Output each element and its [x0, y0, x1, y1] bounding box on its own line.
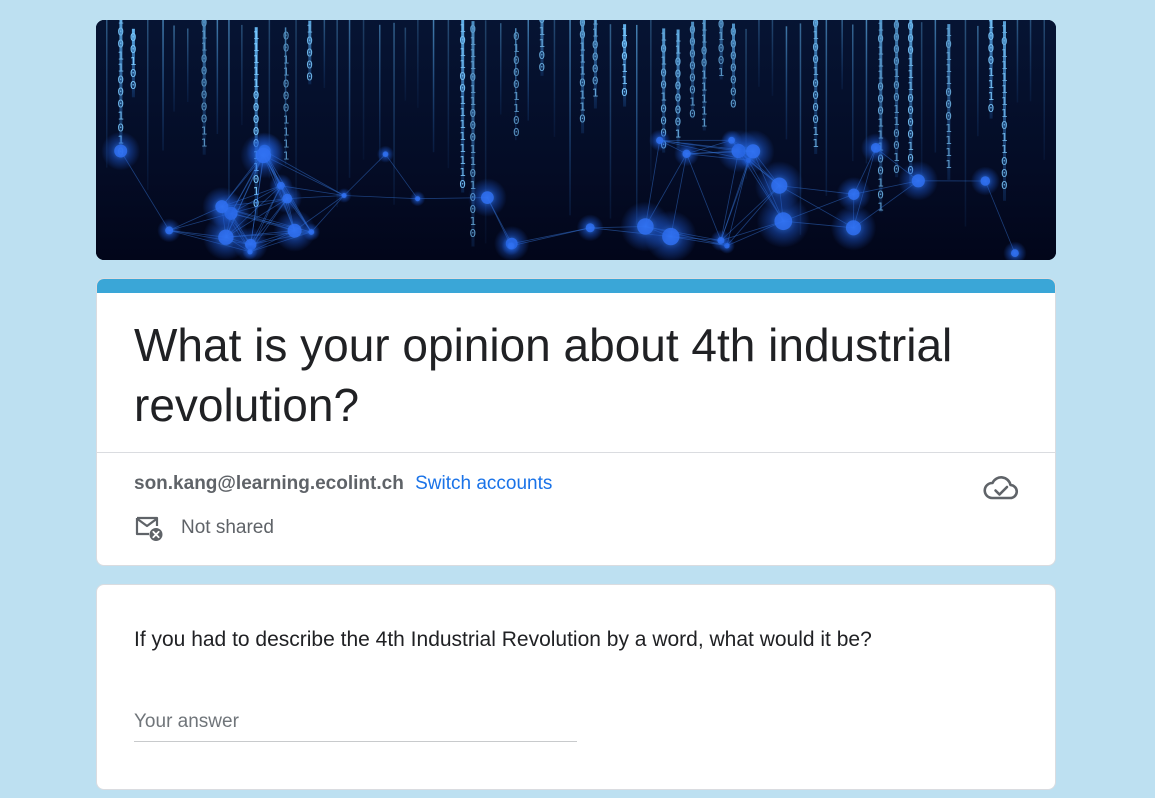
svg-text:1: 1	[877, 201, 884, 214]
title-accent-bar	[97, 279, 1055, 293]
account-email: son.kang@learning.ecolint.ch	[134, 473, 404, 494]
svg-text:0: 0	[730, 98, 737, 111]
mail-not-shared-icon	[134, 514, 164, 542]
svg-text:0: 0	[1001, 179, 1008, 192]
svg-text:1: 1	[812, 137, 819, 150]
cloud-check-icon	[983, 474, 1019, 502]
header-banner-image: 1001100010100010001100000011111110000011…	[96, 20, 1056, 260]
svg-text:0: 0	[130, 79, 137, 92]
svg-text:0: 0	[988, 102, 995, 115]
svg-text:1: 1	[945, 158, 952, 171]
question-title: If you had to describe the 4th Industria…	[134, 628, 872, 651]
svg-text:0: 0	[893, 163, 900, 176]
svg-text:1: 1	[675, 128, 682, 141]
svg-text:0: 0	[306, 71, 313, 84]
svg-text:1: 1	[201, 137, 208, 150]
svg-text:0: 0	[689, 108, 696, 121]
question-card: If you had to describe the 4th Industria…	[96, 584, 1056, 790]
sharing-status-row: Not shared	[134, 513, 274, 543]
account-row: son.kang@learning.ecolint.ch Switch acco…	[134, 472, 552, 496]
svg-text:0: 0	[513, 126, 520, 139]
svg-text:0: 0	[539, 61, 546, 74]
form-title: What is your opinion about 4th industria…	[134, 319, 953, 431]
svg-text:1: 1	[701, 117, 708, 130]
svg-text:0: 0	[470, 227, 477, 240]
answer-input[interactable]	[134, 703, 577, 742]
sharing-status-text: Not shared	[181, 517, 274, 538]
svg-text:0: 0	[621, 86, 628, 99]
header-divider	[97, 452, 1055, 453]
svg-text:0: 0	[459, 178, 466, 191]
svg-text:1: 1	[718, 66, 725, 79]
form-header-card: What is your opinion about 4th industria…	[96, 278, 1056, 566]
form-page: 1001100010100010001100000011111110000011…	[0, 0, 1155, 798]
binary-network-illustration: 1001100010100010001100000011111110000011…	[96, 20, 1056, 260]
svg-text:0: 0	[579, 113, 586, 126]
svg-text:1: 1	[592, 87, 599, 100]
switch-accounts-link[interactable]: Switch accounts	[415, 473, 552, 494]
